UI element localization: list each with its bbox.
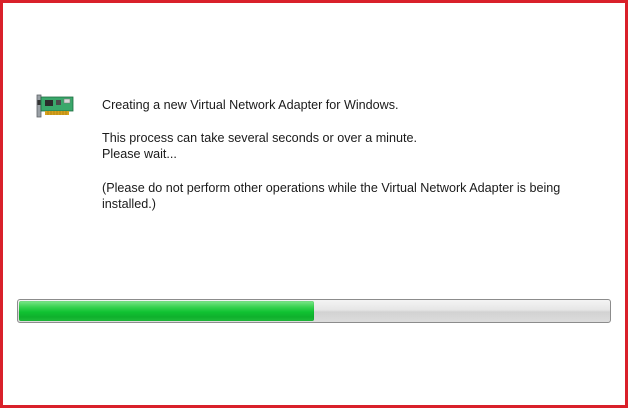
status-message: Creating a new Virtual Network Adapter f… bbox=[102, 98, 399, 112]
progress-bar-fill bbox=[19, 301, 314, 321]
progress-bar bbox=[17, 299, 611, 323]
network-adapter-card-icon bbox=[36, 92, 76, 120]
warning-note-continued: installed.) bbox=[102, 197, 156, 211]
duration-note: This process can take several seconds or… bbox=[102, 131, 417, 145]
please-wait-text: Please wait... bbox=[102, 147, 177, 161]
warning-note: (Please do not perform other operations … bbox=[102, 181, 561, 195]
setup-dialog: Creating a new Virtual Network Adapter f… bbox=[0, 0, 628, 408]
